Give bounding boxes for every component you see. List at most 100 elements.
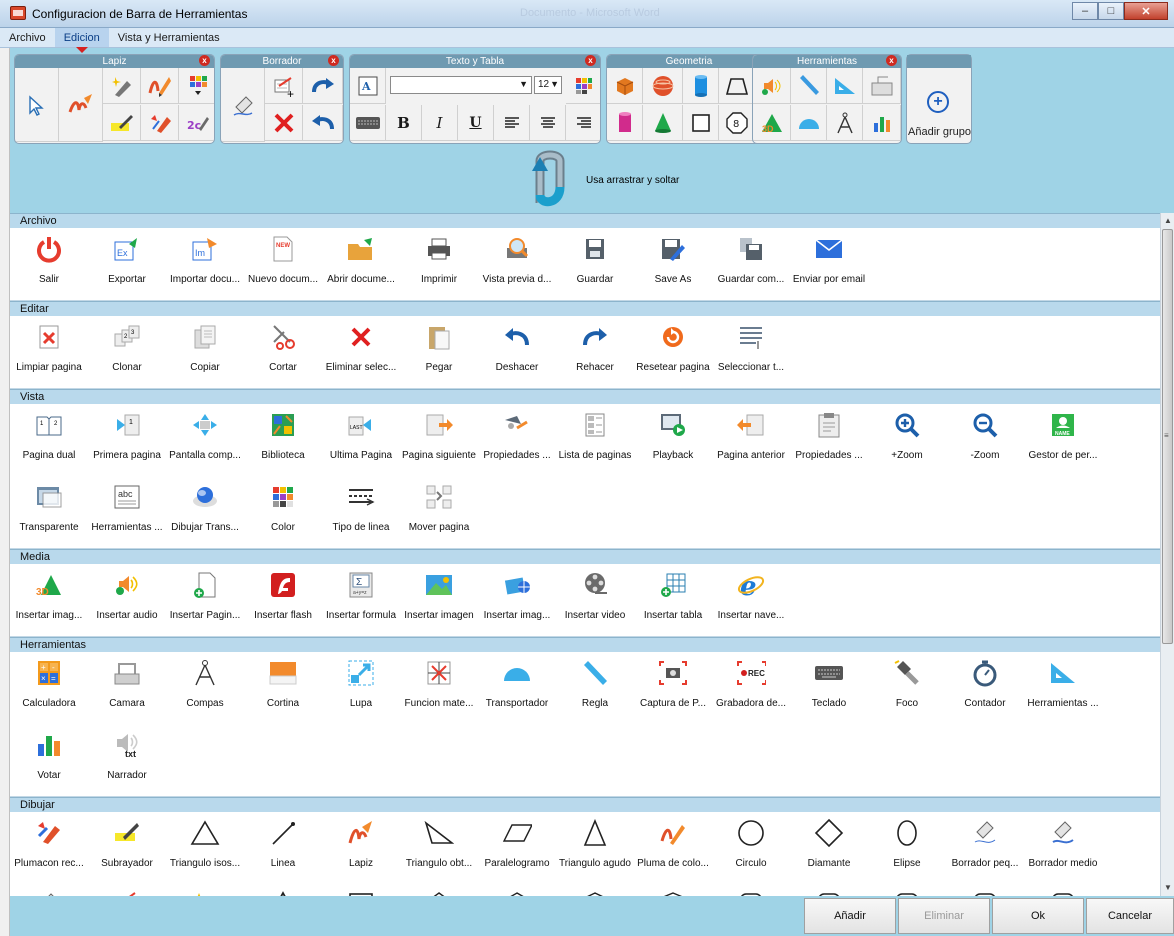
command-item[interactable]: Rehacer: [556, 316, 634, 388]
command-item[interactable]: Save As: [634, 228, 712, 300]
command-item[interactable]: Linea: [244, 812, 322, 884]
command-item[interactable]: 5Pentagono: [400, 884, 478, 896]
cone-icon[interactable]: [643, 105, 683, 141]
vote-chart-icon[interactable]: [863, 105, 901, 141]
group-texto-tabla[interactable]: Texto y Tabla x A ▼ 12 ▼ B I U: [349, 54, 601, 144]
command-item[interactable]: Deshacer: [478, 316, 556, 388]
command-item[interactable]: Camara: [88, 652, 166, 724]
command-item[interactable]: 4Cuadrado: [322, 884, 400, 896]
command-item[interactable]: Cortina: [244, 652, 322, 724]
drag-drop-area[interactable]: Usa arrastrar y soltar: [10, 147, 1172, 213]
command-item[interactable]: Propiedades ...: [478, 404, 556, 476]
command-item[interactable]: 3Triangulo equi...: [244, 884, 322, 896]
color-pen-icon[interactable]: [141, 68, 179, 104]
command-item[interactable]: Σa+y=z Insertar formula: [322, 564, 400, 636]
command-item[interactable]: Lista de paginas: [556, 404, 634, 476]
command-item[interactable]: Elipse: [868, 812, 946, 884]
command-item[interactable]: Im Importar docu...: [166, 228, 244, 300]
remove-button[interactable]: Eliminar: [898, 898, 990, 934]
font-size-select[interactable]: 12 ▼: [534, 76, 562, 94]
redo-icon[interactable]: [303, 68, 343, 104]
select-arrow-icon[interactable]: [15, 68, 59, 142]
command-item[interactable]: Teclado: [790, 652, 868, 724]
group-close-icon[interactable]: x: [886, 55, 897, 66]
command-item[interactable]: Propiedades ...: [790, 404, 868, 476]
command-item[interactable]: Triangulo obt...: [400, 812, 478, 884]
command-item[interactable]: Limpiar pagina: [10, 316, 88, 388]
command-item[interactable]: +Borrador de o...: [88, 884, 166, 896]
undo-icon[interactable]: [303, 105, 343, 141]
insert-audio-icon[interactable]: [753, 68, 791, 104]
align-left-icon[interactable]: [494, 105, 530, 141]
command-item[interactable]: Borrador medio: [1024, 812, 1102, 884]
cylinder-pink-icon[interactable]: [607, 105, 643, 141]
font-family-select[interactable]: ▼: [390, 76, 532, 94]
maximize-button[interactable]: □: [1098, 2, 1124, 20]
command-item[interactable]: Captura de P...: [634, 652, 712, 724]
align-center-icon[interactable]: [530, 105, 566, 141]
command-item[interactable]: 9Nonecaedro: [712, 884, 790, 896]
camera-icon[interactable]: [863, 68, 901, 104]
pen-rec-icon[interactable]: [141, 105, 179, 141]
command-item[interactable]: 8Octogono: [634, 884, 712, 896]
command-item[interactable]: 1 Primera pagina: [88, 404, 166, 476]
underline-icon[interactable]: U: [458, 105, 494, 141]
command-item[interactable]: Subrayador: [88, 812, 166, 884]
command-item[interactable]: Herramientas ...: [1024, 652, 1102, 724]
command-item[interactable]: Resetear pagina: [634, 316, 712, 388]
command-item[interactable]: Pagina anterior: [712, 404, 790, 476]
command-item[interactable]: Insertar tabla: [634, 564, 712, 636]
close-window-button[interactable]: ✕: [1124, 2, 1168, 20]
color-abc-icon[interactable]: 2c: [179, 105, 214, 141]
command-item[interactable]: Vista previa d...: [478, 228, 556, 300]
command-item[interactable]: Insertar audio: [88, 564, 166, 636]
command-item[interactable]: Tipo de linea: [322, 476, 400, 548]
ruler-icon[interactable]: [791, 68, 827, 104]
command-item[interactable]: Triangulo agudo: [556, 812, 634, 884]
command-list[interactable]: Archivo Salir Ex Exportar Im Importar docu...…: [10, 213, 1160, 896]
command-item[interactable]: -Zoom: [946, 404, 1024, 476]
menu-archivo[interactable]: Archivo: [0, 28, 55, 47]
command-item[interactable]: Foco: [868, 652, 946, 724]
command-item[interactable]: Color: [244, 476, 322, 548]
group-borrador[interactable]: Borrador x +: [220, 54, 344, 144]
align-right-icon[interactable]: [566, 105, 600, 141]
command-item[interactable]: Compas: [166, 652, 244, 724]
command-item[interactable]: Lupa: [322, 652, 400, 724]
command-item[interactable]: NAME Gestor de per...: [1024, 404, 1102, 476]
highlighter-icon[interactable]: [103, 105, 141, 141]
command-item[interactable]: Lapiz: [322, 812, 400, 884]
scroll-up-arrow[interactable]: ▲: [1163, 216, 1173, 226]
command-item[interactable]: 12Poligono de 1...: [946, 884, 1024, 896]
set-square-icon[interactable]: [827, 68, 863, 104]
command-item[interactable]: Eliminar selec...: [322, 316, 400, 388]
vertical-scrollbar[interactable]: ▲ ≡ ▼: [1160, 213, 1174, 896]
group-close-icon[interactable]: x: [199, 55, 210, 66]
command-item[interactable]: Pantalla comp...: [166, 404, 244, 476]
command-item[interactable]: 10Decagono: [790, 884, 868, 896]
command-item[interactable]: Contador: [946, 652, 1024, 724]
command-item[interactable]: Guardar: [556, 228, 634, 300]
square-icon[interactable]: [683, 105, 719, 141]
command-item[interactable]: LAST Ultima Pagina: [322, 404, 400, 476]
command-item[interactable]: Borrador peq...: [946, 812, 1024, 884]
command-item[interactable]: Transparente: [10, 476, 88, 548]
command-item[interactable]: 6Hexagono: [478, 884, 556, 896]
command-item[interactable]: Borrador gra...: [10, 884, 88, 896]
compass-icon[interactable]: [827, 105, 863, 141]
scroll-down-arrow[interactable]: ▼: [1163, 883, 1173, 893]
command-item[interactable]: Pluma magica: [166, 884, 244, 896]
command-item[interactable]: abc Herramientas ...: [88, 476, 166, 548]
color-palette-icon[interactable]: [179, 68, 214, 104]
group-lapiz[interactable]: Lapiz x 2c: [14, 54, 215, 144]
command-item[interactable]: +Zoom: [868, 404, 946, 476]
group-close-icon[interactable]: x: [585, 55, 596, 66]
cube-icon[interactable]: [607, 68, 643, 104]
command-item[interactable]: Copiar: [166, 316, 244, 388]
command-item[interactable]: Mover pagina: [400, 476, 478, 548]
command-item[interactable]: Abrir docume...: [322, 228, 400, 300]
command-item[interactable]: Imprimir: [400, 228, 478, 300]
table-color-icon[interactable]: [566, 68, 600, 104]
command-item[interactable]: Ex Exportar: [88, 228, 166, 300]
command-item[interactable]: Cortar: [244, 316, 322, 388]
